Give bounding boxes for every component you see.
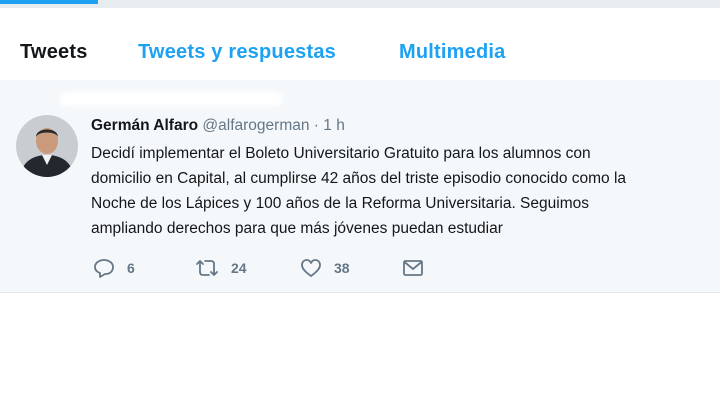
profile-tabs: Tweets Tweets y respuestas Multimedia [0,25,720,81]
retweet-button[interactable]: 24 [195,257,247,279]
direct-message-button[interactable] [402,257,424,279]
retweet-icon [195,258,219,278]
active-indicator [0,0,98,4]
reply-icon [93,258,115,278]
tweet-card[interactable]: Germán Alfaro @alfarogerman · 1 h Decidí… [0,80,720,293]
tweet-timestamp[interactable]: 1 h [323,117,345,134]
tweet-text: Decidí implementar el Boleto Universitar… [91,145,627,237]
tab-media[interactable]: Multimedia [399,41,505,64]
like-count: 38 [334,260,350,276]
time-separator: · [313,117,319,134]
avatar[interactable] [16,115,78,177]
direct-message-icon [402,259,424,277]
author-handle[interactable]: @alfarogerman [202,117,309,134]
retweet-count: 24 [231,260,247,276]
top-strip [0,0,720,8]
author-name[interactable]: Germán Alfaro [91,117,198,134]
tab-tweets-and-replies[interactable]: Tweets y respuestas [138,41,336,64]
reply-button[interactable]: 6 [93,257,135,279]
blurred-redaction [60,92,282,106]
like-icon [300,258,322,278]
tweet-header: Germán Alfaro @alfarogerman · 1 h [91,117,345,135]
like-button[interactable]: 38 [300,257,350,279]
reply-count: 6 [127,260,135,276]
tab-tweets[interactable]: Tweets [20,41,88,64]
